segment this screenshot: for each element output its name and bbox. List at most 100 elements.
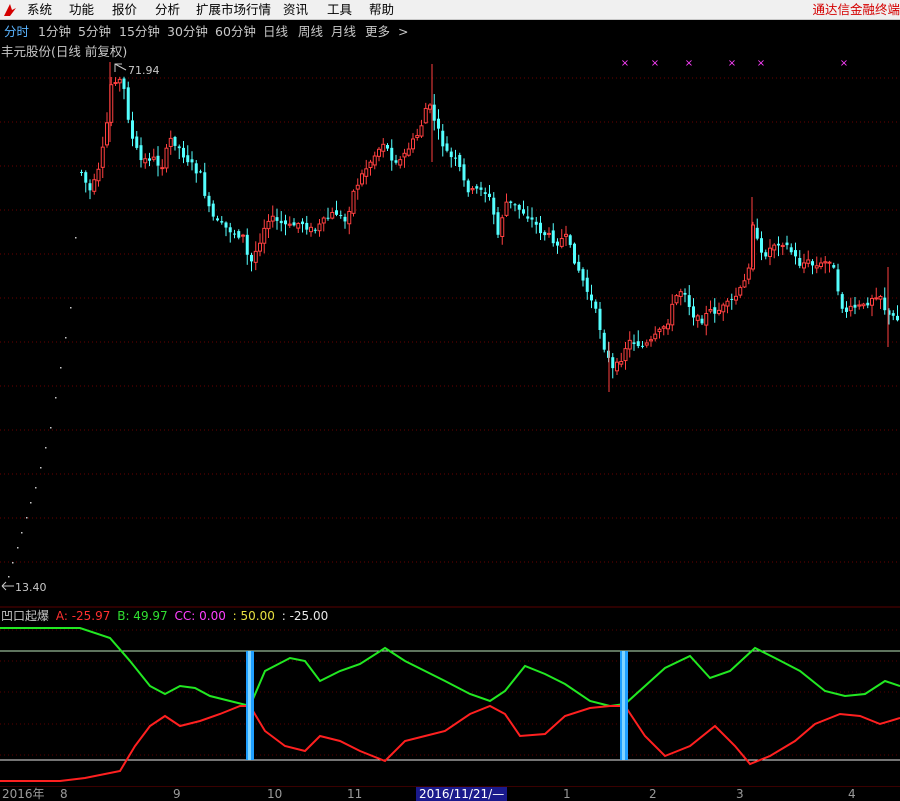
candle <box>874 287 879 301</box>
candle <box>117 76 122 92</box>
period-monthly[interactable]: 月线 <box>331 24 356 40</box>
price-trail-dot <box>50 427 52 429</box>
candle <box>386 143 389 151</box>
candle <box>857 300 862 310</box>
price-trail-dot <box>55 397 57 399</box>
candle <box>415 128 420 141</box>
period-5min[interactable]: 5分钟 <box>78 24 111 40</box>
candlestick-chart[interactable]: × × × × × × 71.94 13.40 <box>0 42 900 606</box>
price-trail-dot <box>12 562 14 564</box>
candle <box>292 218 296 227</box>
price-trail-dot <box>75 237 77 239</box>
candle <box>845 301 848 318</box>
menu-bar: 系统 功能 报价 分析 扩展市场行情 资讯 工具 帮助 通达信金融终端 <box>0 0 900 20</box>
candle <box>368 159 373 176</box>
axis-month-9: 9 <box>173 787 181 801</box>
period-more[interactable]: 更多 <box>365 24 390 40</box>
buy-signal-bar <box>620 651 628 760</box>
candle <box>228 222 232 243</box>
candle <box>377 147 381 162</box>
candle <box>326 207 330 221</box>
line-a <box>0 704 900 782</box>
period-daily[interactable]: 日线 <box>263 24 288 40</box>
candle <box>84 170 88 193</box>
candle <box>836 263 840 296</box>
menu-system[interactable]: 系统 <box>27 2 52 18</box>
candle <box>559 229 564 249</box>
candle <box>814 256 819 274</box>
candle <box>241 233 245 243</box>
date-axis: 2016年 8 9 10 11 2016/11/21/— 1 2 3 4 <box>0 786 900 801</box>
candle <box>683 288 687 303</box>
price-trail-dot <box>8 576 10 578</box>
menu-news[interactable]: 资讯 <box>283 2 308 18</box>
candle <box>627 331 632 358</box>
candle <box>237 229 241 240</box>
candle <box>279 211 283 232</box>
candle <box>203 162 207 199</box>
candle <box>522 200 525 216</box>
candle <box>423 102 428 124</box>
candle <box>746 263 751 285</box>
period-weekly[interactable]: 周线 <box>298 24 323 40</box>
candle <box>437 109 440 140</box>
candle <box>802 253 806 274</box>
candle <box>496 207 500 239</box>
low-price-label: 13.40 <box>15 581 47 594</box>
candle <box>653 326 658 342</box>
candle <box>428 103 432 114</box>
candle <box>284 214 287 236</box>
indicator-e-value: : -25.00 <box>281 609 329 623</box>
candle <box>734 287 738 305</box>
candle <box>581 267 585 287</box>
period-15min[interactable]: 15分钟 <box>119 24 160 40</box>
candle <box>534 216 538 234</box>
candle <box>347 206 352 235</box>
price-trail-dot <box>26 517 28 519</box>
candle <box>266 214 271 238</box>
candle <box>840 292 844 313</box>
candle <box>755 218 759 241</box>
signal-mark: × <box>728 58 736 69</box>
period-30min[interactable]: 30分钟 <box>167 24 208 40</box>
candle <box>730 293 734 310</box>
indicator-name: 凹口起爆 <box>1 609 50 623</box>
indicator-chart[interactable] <box>0 606 900 786</box>
menu-function[interactable]: 功能 <box>69 2 94 18</box>
period-60min[interactable]: 60分钟 <box>215 24 256 40</box>
price-trail-dot <box>40 467 42 469</box>
chevron-right-icon[interactable]: > <box>398 24 408 40</box>
candle <box>848 297 853 317</box>
menu-extended-market[interactable]: 扩展市场行情 <box>196 2 271 18</box>
menu-tools[interactable]: 工具 <box>327 2 352 18</box>
candle <box>585 269 589 300</box>
signal-mark: × <box>651 58 659 69</box>
low-marker: 13.40 <box>1 581 47 594</box>
candle <box>590 284 593 309</box>
period-1min[interactable]: 1分钟 <box>38 24 71 40</box>
candle <box>772 243 777 259</box>
candle <box>173 135 177 151</box>
candle <box>250 252 253 272</box>
candle <box>713 298 717 323</box>
signal-mark: × <box>621 58 629 69</box>
candle <box>305 215 309 235</box>
indicator-b-value: B: 49.97 <box>117 609 168 623</box>
candle <box>526 206 530 222</box>
candle <box>780 242 785 256</box>
candle <box>351 189 356 217</box>
candle <box>488 184 491 201</box>
candle <box>870 294 874 317</box>
candle <box>177 144 181 160</box>
candle <box>657 327 662 339</box>
candle <box>500 214 505 245</box>
menu-help[interactable]: 帮助 <box>369 2 394 18</box>
candle <box>866 297 870 309</box>
app-logo-icon <box>4 4 16 16</box>
price-trail-dot <box>60 367 62 369</box>
candle <box>678 288 683 306</box>
menu-analysis[interactable]: 分析 <box>155 2 180 18</box>
period-intraday[interactable]: 分时 <box>4 24 29 40</box>
menu-quote[interactable]: 报价 <box>112 2 137 18</box>
axis-month-10: 10 <box>267 787 283 801</box>
